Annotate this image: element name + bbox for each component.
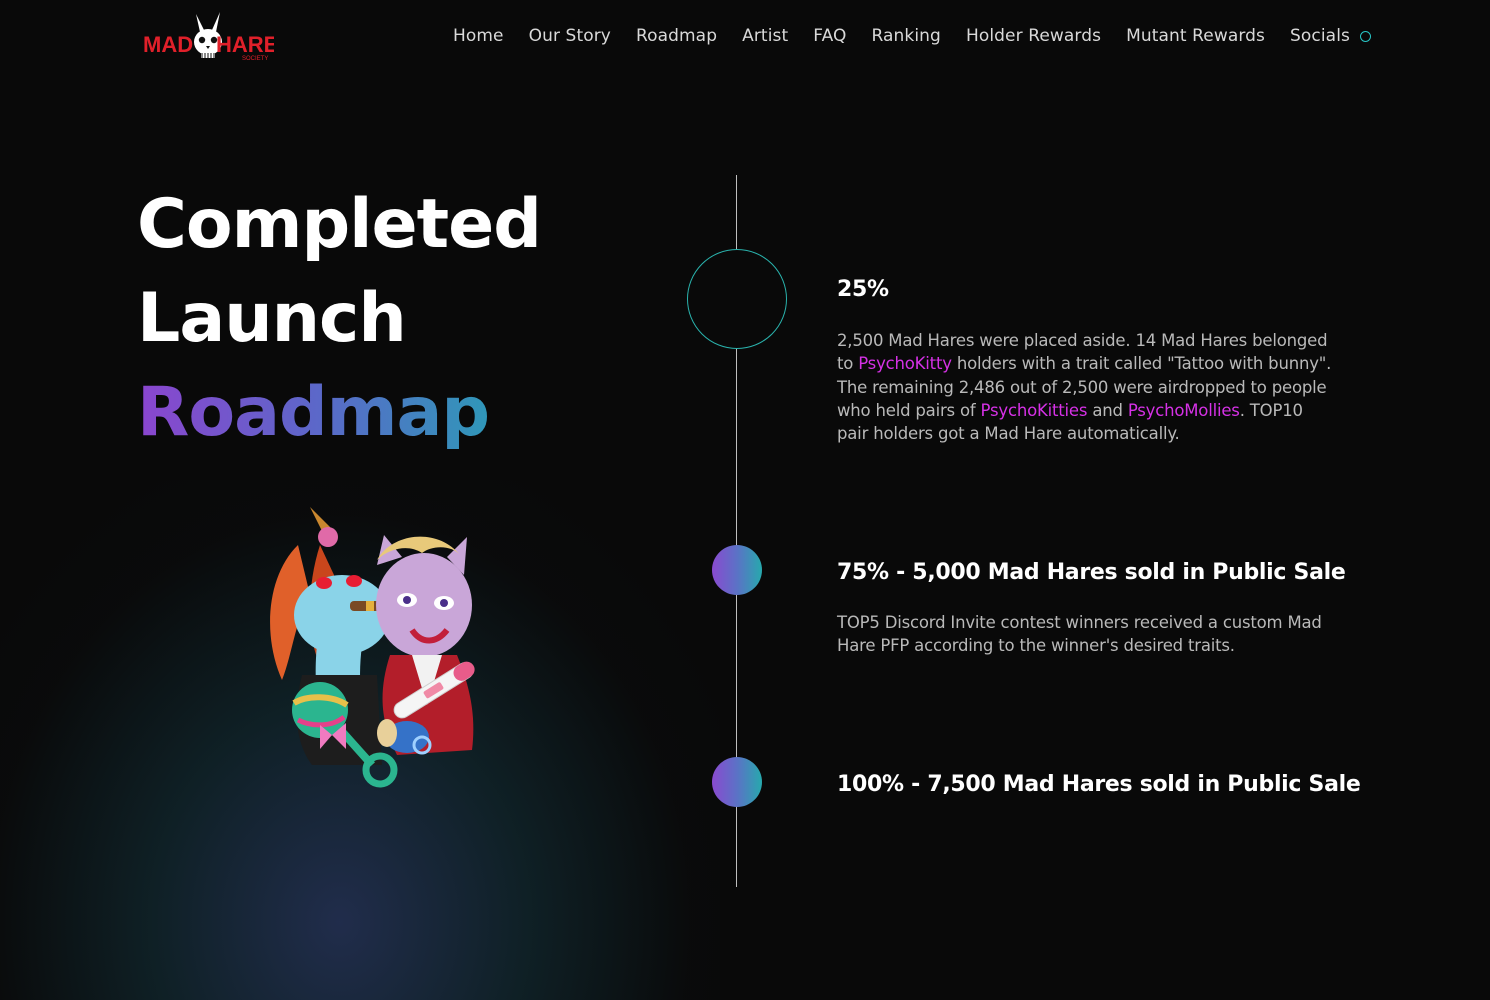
milestone-description: TOP5 Discord Invite contest winners rece… [837,613,1322,656]
hero-title-line3: Roadmap [137,366,541,460]
milestone-title: 75% - 5,000 Mad Hares sold in Public Sal… [837,560,1346,585]
nav-artist[interactable]: Artist [742,25,788,47]
nav-menu: Home Our Story Roadmap Artist FAQ Rankin… [453,25,1371,47]
milestone-title: 100% - 7,500 Mad Hares sold in Public Sa… [837,772,1361,797]
circle-icon[interactable] [1359,30,1371,42]
hare-cat-illustration [262,505,502,790]
timeline-marker [712,757,762,807]
svg-text:MAD: MAD [143,32,193,57]
svg-text:HARE: HARE [216,32,274,57]
nav-home[interactable]: Home [453,25,504,47]
nav-ranking[interactable]: Ranking [871,25,940,47]
nav-mutant-rewards[interactable]: Mutant Rewards [1126,25,1265,47]
milestone-description: 2,500 Mad Hares were placed aside. 14 Ma… [837,329,1337,445]
psychomollies-link[interactable]: PsychoMollies [1128,401,1240,420]
nav-faq[interactable]: FAQ [813,25,846,47]
hero-title-line2: Launch [137,279,407,358]
svg-text:SOCIETY: SOCIETY [242,56,268,62]
top-navigation: MAD HARE SOCIETY Home Our Story Roadmap … [0,0,1490,75]
nav-holder-rewards[interactable]: Holder Rewards [966,25,1101,47]
hero-title-line1: Completed [137,185,542,264]
timeline-marker-current [687,249,787,349]
nav-roadmap[interactable]: Roadmap [636,25,717,47]
nav-our-story[interactable]: Our Story [529,25,611,47]
milestone-title: 25% [837,277,889,302]
timeline-marker [712,545,762,595]
milestone-text: and [1087,400,1128,420]
mad-hare-logo[interactable]: MAD HARE SOCIETY [142,10,274,62]
nav-socials[interactable]: Socials [1290,25,1350,47]
psychokitty-link[interactable]: PsychoKitty [858,354,952,373]
psychokitties-link[interactable]: PsychoKitties [981,401,1088,420]
logo-image: MAD HARE SOCIETY [143,12,274,62]
hero-title: Completed Launch Roadmap [137,178,542,460]
